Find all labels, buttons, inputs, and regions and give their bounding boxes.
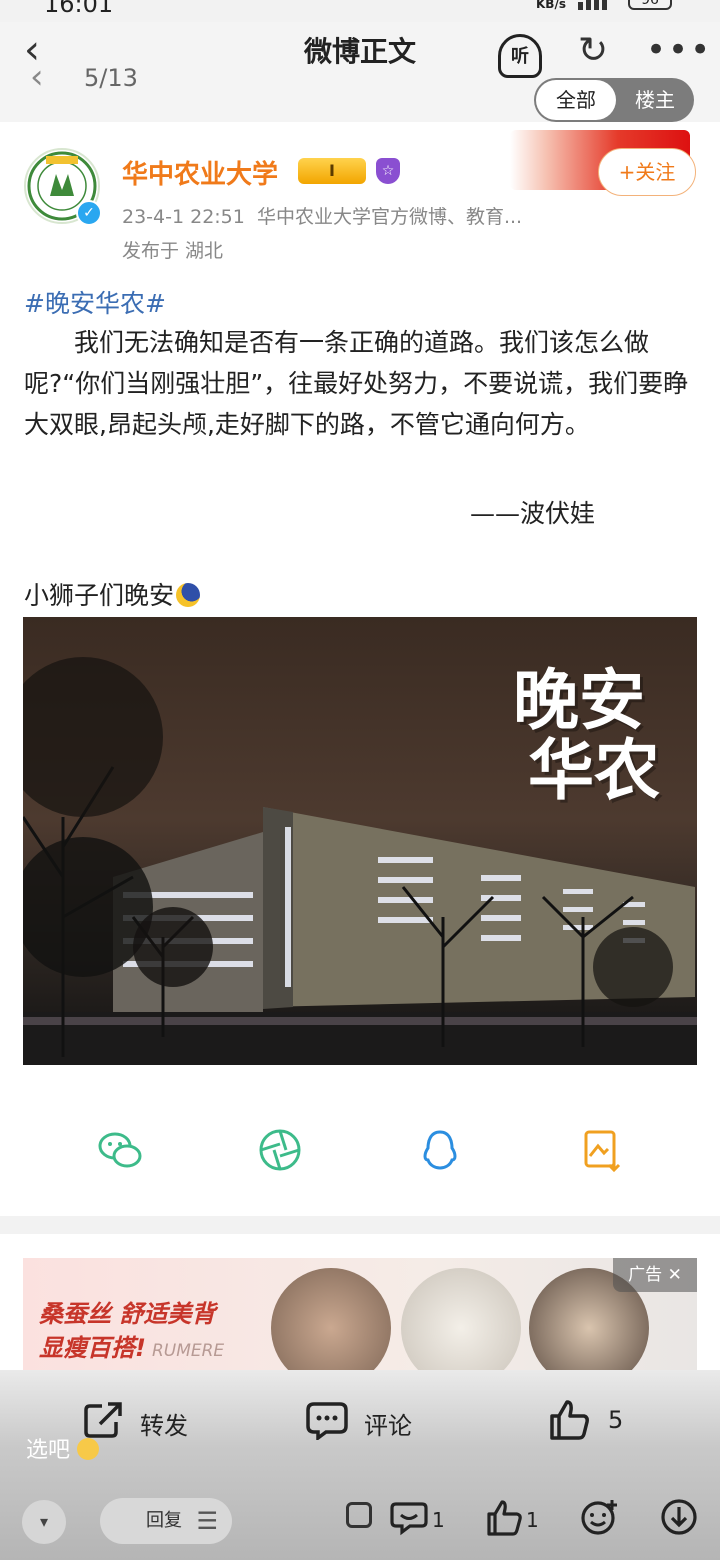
- refresh-icon[interactable]: ↻: [578, 30, 608, 71]
- ad-banner[interactable]: 桑蚕丝 舒适美背 显瘦百搭! RUMERE 广告 ✕: [23, 1258, 697, 1370]
- like-count: 5: [608, 1406, 624, 1434]
- listen-button[interactable]: 听: [498, 34, 542, 78]
- save-image-icon[interactable]: [578, 1126, 626, 1174]
- like-icon[interactable]: [548, 1398, 590, 1440]
- status-time: 16:01: [44, 0, 114, 18]
- post-meta: 23-4-1 22:51 华中农业大学官方微博、教育...: [122, 202, 522, 229]
- comment-icon[interactable]: [306, 1398, 348, 1440]
- ad-photo-1: [271, 1268, 391, 1370]
- comment-button[interactable]: 评论: [364, 1406, 412, 1441]
- wechat-share-icon[interactable]: [96, 1126, 144, 1174]
- section-divider: [0, 1216, 720, 1234]
- tab-all[interactable]: 全部: [536, 80, 616, 120]
- reply-input[interactable]: 回复 ☰: [100, 1498, 232, 1544]
- tab-op[interactable]: 楼主: [616, 78, 694, 122]
- emoji-reaction-icon[interactable]: [580, 1498, 618, 1536]
- bottom-like-count: 1: [526, 1508, 539, 1532]
- moon-emoji-icon: [176, 583, 201, 607]
- caption-text: 小狮子们晚安: [24, 581, 175, 610]
- member-level-badge[interactable]: I: [298, 158, 366, 184]
- view-toggle: 全部 楼主: [534, 78, 694, 122]
- ad-photo-2: [401, 1268, 521, 1370]
- bottom-comment-count: 1: [432, 1508, 445, 1532]
- emoji-icon: [77, 1438, 100, 1460]
- ad-close-button[interactable]: 广告 ✕: [613, 1258, 697, 1292]
- verified-badge-icon: ✓: [76, 200, 102, 226]
- follow-button[interactable]: +关注: [598, 148, 696, 196]
- checkbox-icon[interactable]: [346, 1502, 372, 1528]
- bottom-comment-icon[interactable]: [390, 1498, 428, 1536]
- ad-headline: 桑蚕丝 舒适美背: [39, 1300, 216, 1328]
- bottom-like-icon[interactable]: [486, 1498, 524, 1536]
- quote-signature: ——波伏娃: [470, 499, 596, 528]
- signal-icon: [578, 0, 607, 10]
- overlay-comment: 选吧: [26, 1432, 100, 1464]
- collapse-button[interactable]: ▾: [22, 1500, 66, 1544]
- post-text: 我们无法确知是否有一条正确的道路。我们该怎么做呢?“你们当刚强壮胆”，往最好处努…: [24, 328, 689, 439]
- reply-placeholder: 回复: [146, 1510, 182, 1531]
- author-name[interactable]: 华中农业大学: [122, 154, 278, 191]
- repost-button[interactable]: 转发: [140, 1406, 188, 1441]
- post-caption: 小狮子们晚安: [24, 576, 201, 612]
- overlay-comment-text: 选吧: [26, 1438, 71, 1463]
- more-options-icon[interactable]: •••: [646, 30, 712, 70]
- status-bar: 16:01 KB/s 96: [0, 0, 720, 22]
- post-location: 发布于 湖北: [122, 240, 224, 262]
- hashtag-link[interactable]: #晚安华农#: [24, 284, 166, 320]
- post-image[interactable]: 晚安 华农: [23, 617, 697, 1065]
- download-icon[interactable]: [660, 1498, 698, 1536]
- author-description: 华中农业大学官方微博、教育...: [256, 206, 523, 228]
- battery-icon: 96: [628, 0, 672, 10]
- post-date: 23-4-1 22:51: [122, 206, 245, 228]
- network-speed: KB/s: [536, 0, 566, 11]
- image-subtitle: 华农: [528, 732, 660, 809]
- ad-subline-text: 显瘦百搭!: [39, 1334, 146, 1362]
- ad-subline: 显瘦百搭! RUMERE: [39, 1328, 224, 1363]
- shield-badge-icon[interactable]: ☆: [376, 158, 400, 184]
- page-title: 微博正文: [303, 35, 416, 68]
- menu-icon[interactable]: ☰: [196, 1498, 218, 1544]
- moments-share-icon[interactable]: [256, 1126, 304, 1174]
- ad-brand: RUMERE: [151, 1341, 225, 1361]
- qq-share-icon[interactable]: [416, 1126, 464, 1174]
